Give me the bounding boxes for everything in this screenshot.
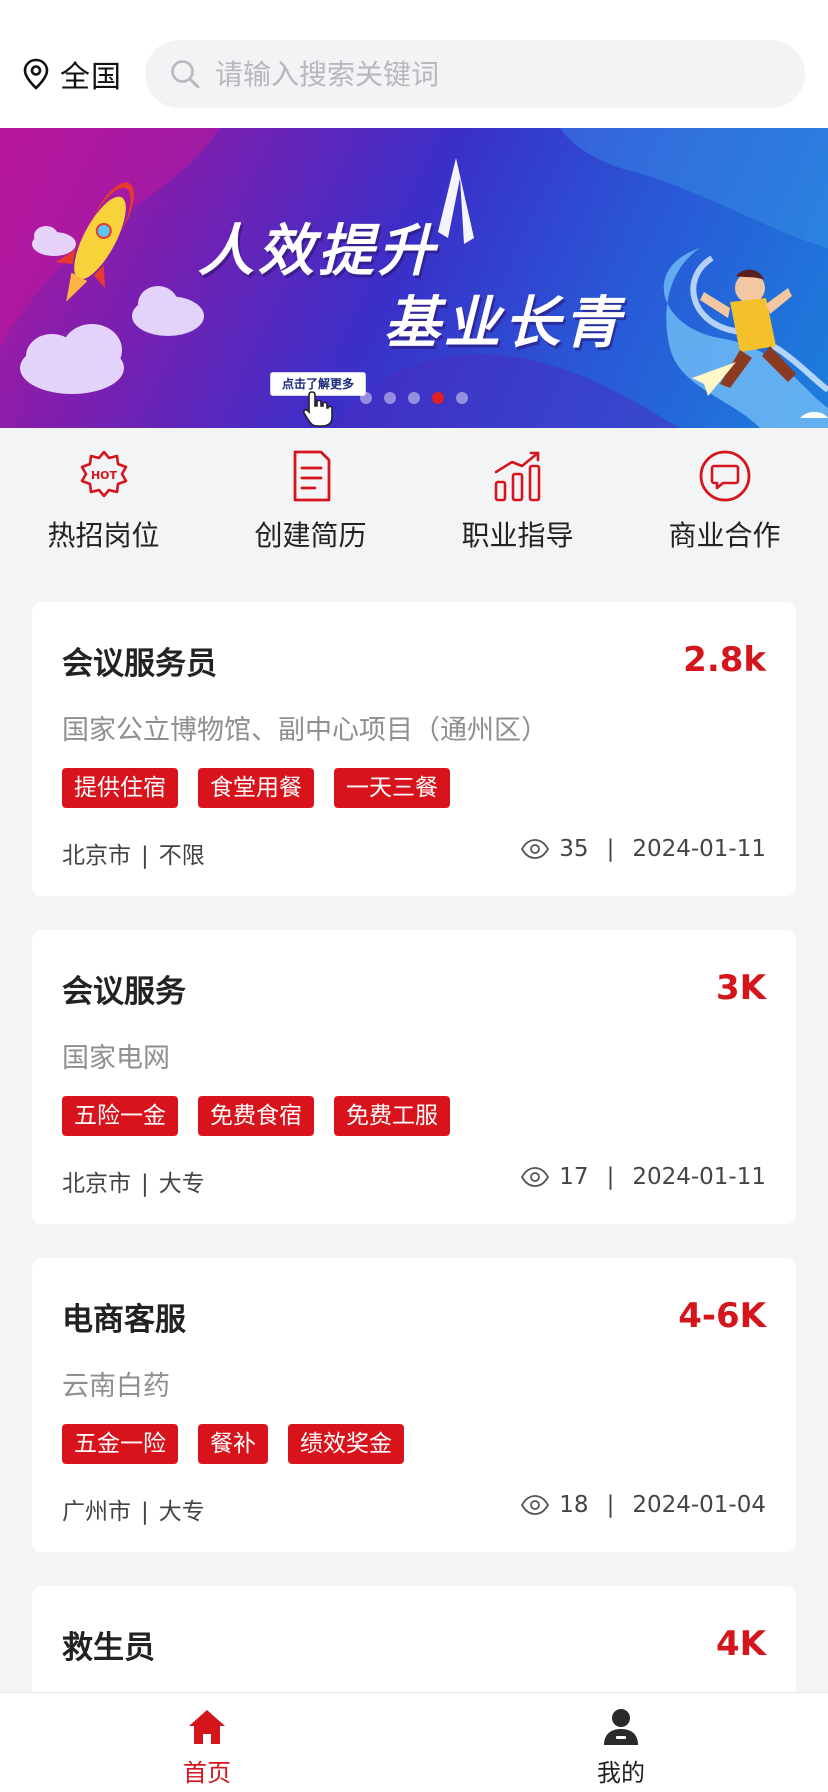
company-name: 国家电网 <box>62 1043 170 1074</box>
tab-mine[interactable]: 我的 <box>414 1693 828 1792</box>
benefit-tag: 免费工服 <box>334 1096 450 1136</box>
location-selector[interactable]: 全国 <box>22 52 122 96</box>
banner-dot-1[interactable] <box>360 392 372 404</box>
benefit-tags: 五金一险 餐补 绩效奖金 <box>62 1424 424 1464</box>
view-count: 35 <box>559 836 589 862</box>
job-education: 不限 <box>158 843 205 869</box>
eye-icon <box>521 839 550 859</box>
bottom-tab-bar: 首页 我的 <box>0 1692 828 1792</box>
promo-banner[interactable]: 人效提升 基业长青 点击了解更多 <box>0 128 828 428</box>
job-salary: 4-6K <box>678 1296 766 1336</box>
tab-home[interactable]: 首页 <box>0 1693 414 1792</box>
job-title: 救生员 <box>62 1630 155 1666</box>
job-location-education: 北京市 | 大专 <box>62 1171 205 1197</box>
view-count: 17 <box>559 1164 589 1190</box>
tab-label: 首页 <box>183 1759 231 1787</box>
svg-text:HOT: HOT <box>90 469 117 482</box>
location-pin-icon <box>23 58 49 90</box>
job-title: 会议服务员 <box>62 646 217 682</box>
quick-item-career-guidance[interactable]: 职业指导 <box>414 428 621 570</box>
quick-menu: HOT 热招岗位 创建简历 职业指导 商业合作 <box>0 428 828 570</box>
banner-dot-5[interactable] <box>456 392 468 404</box>
tab-label: 我的 <box>597 1759 645 1787</box>
company-name: 云南白药 <box>62 1371 170 1402</box>
quick-item-label: 职业指导 <box>461 519 574 552</box>
job-education: 大专 <box>158 1171 205 1197</box>
job-city: 广州市 <box>62 1499 131 1525</box>
job-salary: 2.8k <box>683 640 766 680</box>
hot-badge-icon: HOT <box>80 450 127 498</box>
search-icon <box>171 60 200 89</box>
job-city: 北京市 <box>62 843 131 869</box>
banner-headline-1: 人效提升 <box>198 219 438 284</box>
job-education: 大专 <box>158 1499 205 1525</box>
eye-icon <box>521 1495 550 1515</box>
job-city: 北京市 <box>62 1171 131 1197</box>
quick-item-label: 商业合作 <box>668 519 781 552</box>
job-card[interactable]: 电商客服 4-6K 云南白药 五金一险 餐补 绩效奖金 广州市 | 大专 18 | … <box>32 1258 796 1552</box>
benefit-tag: 免费食宿 <box>198 1096 314 1136</box>
benefit-tag: 提供住宿 <box>62 768 178 808</box>
banner-dot-4[interactable] <box>432 392 444 404</box>
post-date: 2024-01-11 <box>632 1164 766 1190</box>
job-stats: 17 | 2024-01-11 <box>521 1164 766 1190</box>
document-icon <box>293 450 330 502</box>
job-stats: 35 | 2024-01-11 <box>521 836 766 862</box>
job-card[interactable]: 会议服务员 2.8k 国家公立博物馆、副中心项目（通州区） 提供住宿 食堂用餐 … <box>32 602 796 896</box>
benefit-tag: 一天三餐 <box>334 768 450 808</box>
banner-dot-2[interactable] <box>384 392 396 404</box>
banner-dot-3[interactable] <box>408 392 420 404</box>
benefit-tag: 五险一金 <box>62 1096 178 1136</box>
search-input[interactable] <box>215 57 775 91</box>
quick-item-label: 热招岗位 <box>47 519 160 552</box>
view-count: 18 <box>559 1492 589 1518</box>
banner-pagination <box>360 392 480 404</box>
post-date: 2024-01-11 <box>632 836 766 862</box>
eye-icon <box>521 1167 550 1187</box>
job-salary: 4K <box>715 1624 766 1664</box>
benefit-tags: 提供住宿 食堂用餐 一天三餐 <box>62 768 470 808</box>
job-location-education: 广州市 | 大专 <box>62 1499 205 1525</box>
job-stats: 18 | 2024-01-04 <box>521 1492 766 1518</box>
post-date: 2024-01-04 <box>632 1492 766 1518</box>
user-icon <box>604 1709 638 1745</box>
quick-item-business-cooperation[interactable]: 商业合作 <box>621 428 828 570</box>
benefit-tag: 食堂用餐 <box>198 768 314 808</box>
search-bar[interactable] <box>145 40 805 108</box>
app-page: 全国 请输入搜索关键词 人效提升 基业长青 点击了解更多 HOT 热招岗位 创建… <box>0 0 828 1792</box>
home-icon <box>189 1710 225 1744</box>
company-name: 国家公立博物馆、副中心项目（通州区） <box>62 715 548 746</box>
job-card[interactable]: 救生员 4K <box>32 1586 796 1706</box>
benefit-tag: 绩效奖金 <box>288 1424 404 1464</box>
job-list: 会议服务员 2.8k 国家公立博物馆、副中心项目（通州区） 提供住宿 食堂用餐 … <box>32 602 796 1706</box>
job-title: 电商客服 <box>62 1302 186 1338</box>
quick-item-hot-jobs[interactable]: HOT 热招岗位 <box>0 428 207 570</box>
quick-item-create-resume[interactable]: 创建简历 <box>207 428 414 570</box>
benefit-tags: 五险一金 免费食宿 免费工服 <box>62 1096 470 1136</box>
quick-item-label: 创建简历 <box>254 519 367 552</box>
job-salary: 3K <box>715 968 766 1008</box>
job-title: 会议服务 <box>62 974 186 1010</box>
top-header: 全国 <box>0 0 828 128</box>
job-card[interactable]: 会议服务 3K 国家电网 五险一金 免费食宿 免费工服 北京市 | 大专 17 | … <box>32 930 796 1224</box>
benefit-tag: 五金一险 <box>62 1424 178 1464</box>
banner-headline-2: 基业长青 <box>384 291 624 356</box>
location-label: 全国 <box>60 60 122 95</box>
benefit-tag: 餐补 <box>198 1424 268 1464</box>
chat-bubble-icon <box>699 450 750 502</box>
hand-cursor-icon <box>302 391 333 427</box>
bar-chart-icon <box>494 451 540 502</box>
job-location-education: 北京市 | 不限 <box>62 843 205 869</box>
